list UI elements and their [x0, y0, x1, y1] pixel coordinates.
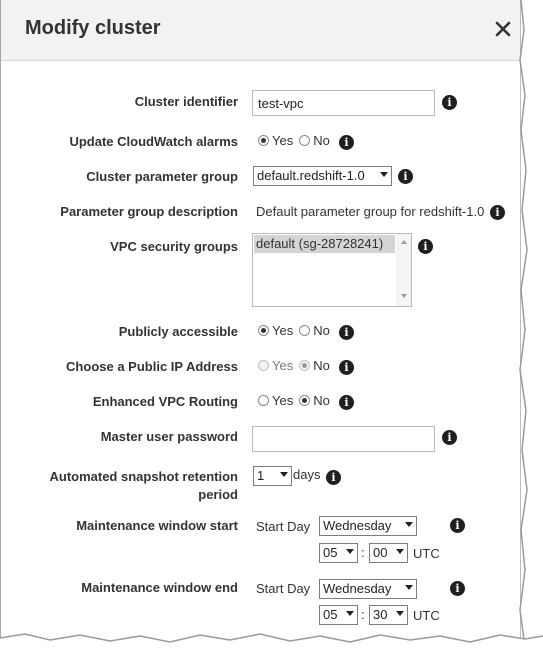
chevron-down-icon [346, 611, 354, 616]
publicly-accessible-no-radio[interactable] [299, 325, 311, 336]
maintenance-end-minute-value: 30 [373, 607, 388, 622]
cluster-identifier-label: Cluster identifier [134, 94, 238, 109]
enhanced-vpc-routing-label: Enhanced VPC Routing [92, 394, 238, 409]
listbox-scrollbar[interactable] [396, 234, 411, 306]
torn-edge-decoration [0, 633, 543, 655]
enhanced-vpc-routing-yes-radio[interactable] [258, 395, 269, 406]
chevron-down-icon [405, 585, 413, 590]
publicly-accessible-yes-radio[interactable] [258, 325, 269, 336]
update-cloudwatch-yes-label: Yes [272, 133, 294, 148]
time-separator: : [361, 545, 365, 560]
vpc-security-groups-listbox[interactable]: default (sg-28728241) [252, 233, 412, 307]
maintenance-end-hour-value: 05 [323, 607, 338, 622]
info-icon[interactable]: i [326, 470, 341, 485]
maintenance-end-day-value: Wednesday [323, 581, 392, 596]
info-icon[interactable]: i [339, 325, 354, 340]
snapshot-retention-select[interactable]: 1 [253, 466, 292, 486]
parameter-group-description-value: Default parameter group for redshift-1.0 [256, 204, 485, 219]
update-cloudwatch-yes-radio[interactable] [258, 135, 269, 146]
info-icon[interactable]: i [339, 360, 354, 375]
dialog-header: Modify cluster [1, 0, 520, 61]
maintenance-end-day-label: Start Day [256, 581, 311, 596]
parameter-group-select[interactable]: default.redshift-1.0 [253, 166, 392, 186]
maintenance-end-hour-select[interactable]: 05 [319, 605, 358, 625]
chevron-down-icon [346, 549, 354, 554]
snapshot-retention-label: Automated snapshot retention period [38, 468, 238, 504]
info-icon[interactable]: i [339, 135, 354, 150]
maintenance-start-minute-select[interactable]: 00 [369, 543, 408, 563]
update-cloudwatch-radio-group: Yes No [258, 133, 336, 148]
master-password-input[interactable] [252, 426, 435, 452]
enhanced-vpc-routing-radio-group: Yes No [258, 393, 336, 408]
maintenance-end-minute-select[interactable]: 30 [369, 605, 408, 625]
info-icon[interactable]: i [450, 518, 465, 533]
snapshot-retention-value: 1 [257, 468, 265, 483]
maintenance-start-timezone: UTC [413, 546, 440, 561]
torn-edge-decoration [519, 0, 543, 655]
parameter-group-value: default.redshift-1.0 [257, 168, 365, 183]
public-ip-no-label: No [313, 358, 330, 373]
chevron-down-icon [396, 611, 404, 616]
info-icon[interactable]: i [442, 95, 457, 110]
scroll-up-icon[interactable] [401, 240, 407, 244]
info-icon[interactable]: i [490, 205, 505, 220]
public-ip-radio-group: Yes No [258, 358, 336, 373]
info-icon[interactable]: i [398, 169, 413, 184]
enhanced-vpc-routing-yes-label: Yes [272, 393, 294, 408]
publicly-accessible-radio-group: Yes No [258, 323, 336, 338]
update-cloudwatch-no-label: No [313, 133, 330, 148]
maintenance-start-day-label: Start Day [256, 519, 311, 534]
maintenance-end-label: Maintenance window end [81, 580, 238, 595]
modify-cluster-dialog: Modify cluster Cluster identifier i Upda… [0, 0, 521, 638]
maintenance-end-timezone: UTC [413, 608, 440, 623]
enhanced-vpc-routing-no-radio[interactable] [299, 395, 311, 406]
enhanced-vpc-routing-no-label: No [313, 393, 330, 408]
update-cloudwatch-no-radio[interactable] [299, 135, 311, 146]
dialog-title: Modify cluster [25, 17, 161, 39]
info-icon[interactable]: i [339, 395, 354, 410]
cluster-identifier-input[interactable] [252, 90, 435, 116]
public-ip-yes-label: Yes [272, 358, 294, 373]
maintenance-start-label: Maintenance window start [76, 518, 238, 533]
vpc-security-groups-label: VPC security groups [110, 239, 238, 254]
vpc-security-group-option[interactable]: default (sg-28728241) [254, 235, 395, 253]
public-ip-label: Choose a Public IP Address [66, 359, 238, 374]
maintenance-end-day-select[interactable]: Wednesday [319, 579, 417, 599]
maintenance-start-day-select[interactable]: Wednesday [319, 516, 417, 536]
chevron-down-icon [380, 172, 388, 177]
snapshot-retention-label-line1: Automated snapshot retention [49, 469, 238, 484]
scroll-down-icon[interactable] [401, 294, 407, 298]
close-icon[interactable] [493, 19, 513, 39]
public-ip-no-radio [299, 360, 311, 371]
publicly-accessible-yes-label: Yes [272, 323, 294, 338]
maintenance-start-hour-value: 05 [323, 545, 338, 560]
chevron-down-icon [280, 472, 288, 477]
time-separator: : [361, 607, 365, 622]
chevron-down-icon [396, 549, 404, 554]
parameter-group-description-label: Parameter group description [60, 204, 238, 219]
snapshot-retention-label-line2: period [198, 487, 238, 502]
snapshot-retention-unit: days [293, 467, 321, 482]
master-password-label: Master user password [100, 429, 238, 444]
maintenance-start-minute-value: 00 [373, 545, 388, 560]
parameter-group-label: Cluster parameter group [86, 169, 238, 184]
info-icon[interactable]: i [450, 581, 465, 596]
publicly-accessible-label: Publicly accessible [118, 324, 238, 339]
info-icon[interactable]: i [442, 430, 457, 445]
public-ip-yes-radio [258, 360, 269, 371]
chevron-down-icon [405, 522, 413, 527]
publicly-accessible-no-label: No [313, 323, 330, 338]
maintenance-start-hour-select[interactable]: 05 [319, 543, 358, 563]
info-icon[interactable]: i [418, 239, 433, 254]
update-cloudwatch-label: Update CloudWatch alarms [69, 134, 238, 149]
maintenance-start-day-value: Wednesday [323, 518, 392, 533]
